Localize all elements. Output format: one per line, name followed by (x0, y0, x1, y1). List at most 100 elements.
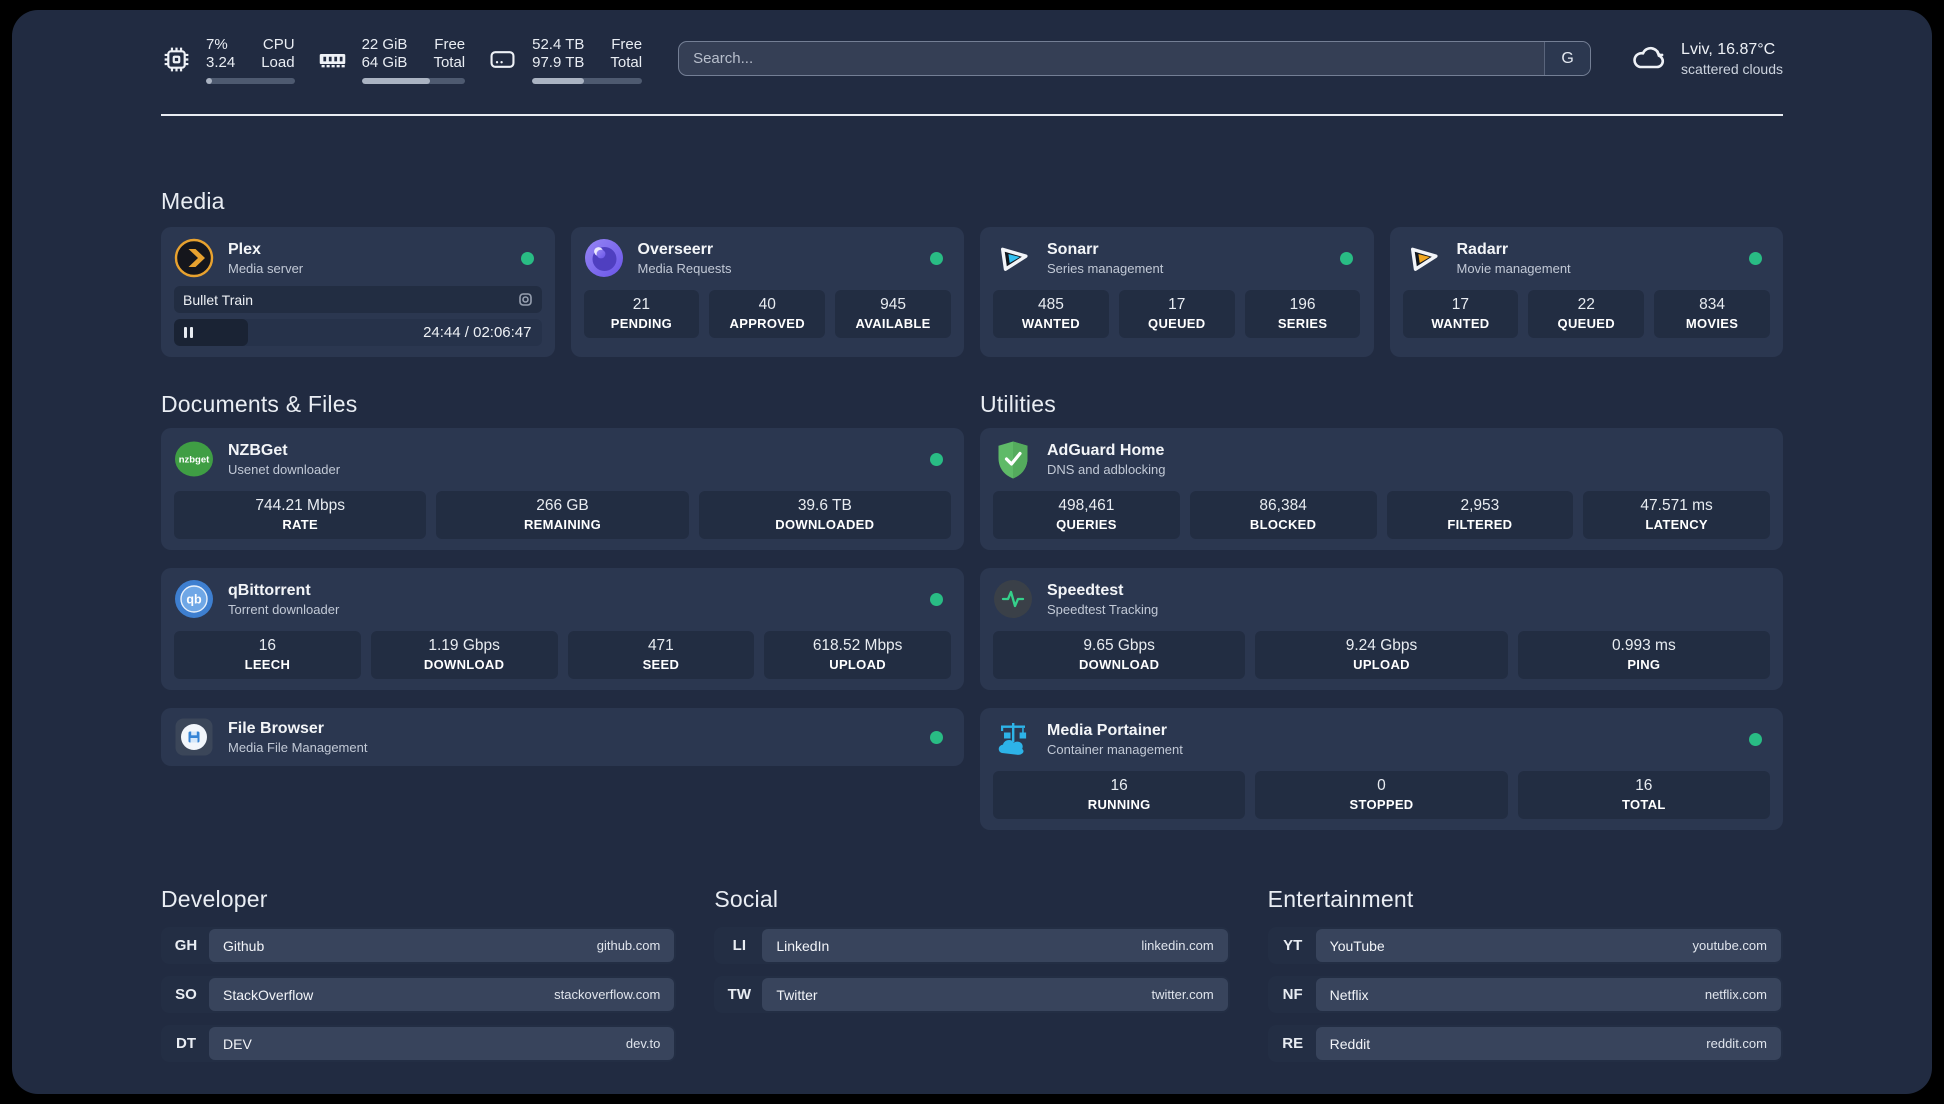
bookmark-abbr: RE (1282, 1035, 1304, 1052)
status-online-dot (520, 251, 534, 265)
disk-total-label: Total (610, 54, 643, 71)
bookmark-stackoverflow[interactable]: SO StackOverflow stackoverflow.com (161, 976, 677, 1013)
bookmark-url: youtube.com (1692, 938, 1767, 953)
disk-free-label: Free (611, 36, 643, 53)
app-subtitle: Torrent downloader (228, 601, 340, 617)
stat-tile: 498,461 QUERIES (993, 491, 1180, 539)
disk-free: 52.4 TB (532, 36, 585, 53)
disk-progress-bar (532, 78, 643, 84)
bookmark-name: StackOverflow (223, 986, 314, 1003)
bookmark-abbr: LI (732, 937, 746, 954)
stat-tile: 1.19 Gbps DOWNLOAD (370, 631, 558, 679)
memory-free: 22 GiB (361, 36, 408, 53)
nzbget-icon: nzbget (174, 439, 214, 479)
stat-tile: 618.52 Mbps UPLOAD (764, 631, 951, 679)
stat-tile: 16 RUNNING (993, 771, 1246, 819)
bookmark-name: Twitter (776, 986, 818, 1003)
app-card-qbittorrent[interactable]: qb qBittorrent Torrent downloader 16 LEEC… (161, 568, 964, 690)
app-card-radarr[interactable]: Radarr Movie management 17 WANTED 22 QUEUE… (1389, 227, 1783, 357)
app-name: Media Portainer (1047, 721, 1168, 739)
bookmark-url: dev.to (625, 1036, 661, 1051)
stat-tile: 40 APPROVED (709, 290, 826, 338)
bookmark-youtube[interactable]: YT YouTube youtube.com (1267, 927, 1783, 964)
status-online-dot (930, 251, 943, 265)
status-online-dot (930, 592, 943, 606)
bookmark-abbr: DT (176, 1035, 196, 1052)
memory-progress-bar (361, 78, 466, 84)
app-subtitle: Usenet downloader (228, 461, 341, 477)
section-title-developer: Developer (161, 886, 268, 912)
app-name: Plex (228, 240, 261, 258)
disk-stat: 52.4 TB Free 97.9 TB Total (487, 36, 643, 84)
sonarr-icon (993, 238, 1033, 278)
bookmark-abbr: SO (175, 986, 197, 1003)
adguard-icon (993, 439, 1033, 479)
section-title-media: Media (161, 188, 225, 214)
app-subtitle: Movie management (1456, 260, 1571, 276)
app-card-speedtest[interactable]: Speedtest Speedtest Tracking 9.65 Gbps DO… (980, 568, 1783, 690)
bookmark-name: LinkedIn (776, 937, 830, 954)
app-subtitle: Speedtest Tracking (1047, 601, 1159, 617)
dashboard: 7% CPU 3.24 Load 22 GiB Free 64 GiB Tota… (12, 10, 1932, 1094)
svg-text:nzbget: nzbget (179, 455, 210, 466)
bookmark-url: linkedin.com (1141, 938, 1214, 953)
section-title-entertainment: Entertainment (1267, 886, 1414, 912)
app-subtitle: Series management (1047, 260, 1164, 276)
app-name: NZBGet (228, 441, 288, 459)
app-name: Radarr (1456, 240, 1509, 258)
app-name: Speedtest (1047, 581, 1124, 599)
bookmark-url: twitter.com (1151, 987, 1214, 1002)
status-online-dot (930, 730, 943, 744)
pause-icon (184, 327, 193, 338)
cpu-usage: 7% (206, 36, 228, 53)
bookmark-name: YouTube (1329, 937, 1385, 954)
plex-icon (174, 238, 214, 278)
app-card-portainer[interactable]: Media Portainer Container management 16 R… (980, 708, 1783, 830)
playback-time: 24:44 / 02:06:47 (423, 324, 532, 341)
bookmark-linkedin[interactable]: LI LinkedIn linkedin.com (714, 927, 1230, 964)
bookmark-name: Netflix (1329, 986, 1369, 1003)
app-name: Sonarr (1047, 240, 1099, 258)
bookmark-github[interactable]: GH Github github.com (161, 927, 677, 964)
bookmark-abbr: YT (1283, 937, 1303, 954)
cpu-progress-bar (206, 78, 295, 84)
bookmark-name: Reddit (1329, 1035, 1371, 1052)
app-name: File Browser (228, 719, 325, 737)
app-card-sonarr[interactable]: Sonarr Series management 485 WANTED 17 QUE… (980, 227, 1374, 357)
memory-free-label: Free (434, 36, 466, 53)
app-card-plex[interactable]: Plex Media server Bullet Train 24:44 / 0… (161, 227, 555, 357)
stat-tile: 834 MOVIES (1654, 290, 1770, 338)
stat-tile: 47.571 ms LATENCY (1583, 491, 1770, 539)
filebrowser-icon (174, 717, 214, 757)
app-subtitle: Media File Management (228, 739, 368, 755)
bookmark-url: netflix.com (1704, 987, 1767, 1002)
search-input[interactable] (679, 42, 1545, 75)
stat-tile: 744.21 Mbps RATE (174, 491, 427, 539)
bookmark-reddit[interactable]: RE Reddit reddit.com (1267, 1025, 1783, 1062)
search-bar: G (678, 41, 1592, 76)
app-card-nzbget[interactable]: nzbget NZBGet Usenet downloader 744.21 M… (161, 428, 964, 550)
memory-total-label: Total (433, 54, 466, 71)
app-card-overseerr[interactable]: Overseerr Media Requests 21 PENDING 40 APP… (570, 227, 964, 357)
bookmark-abbr: GH (174, 937, 198, 954)
stat-tile: 22 QUEUED (1528, 290, 1645, 338)
bookmark-abbr: TW (727, 986, 751, 1003)
status-online-dot (1749, 251, 1762, 265)
search-engine-button[interactable]: G (1544, 42, 1591, 75)
bookmark-dev[interactable]: DT DEV dev.to (161, 1025, 677, 1062)
top-bar: 7% CPU 3.24 Load 22 GiB Free 64 GiB Tota… (161, 36, 1783, 84)
stat-tile: 9.24 Gbps UPLOAD (1255, 631, 1508, 679)
app-card-adguard[interactable]: AdGuard Home DNS and adblocking 498,461 Q… (980, 428, 1783, 550)
disk-total: 97.9 TB (532, 54, 585, 71)
section-title-social: Social (714, 886, 779, 912)
bookmark-name: DEV (223, 1035, 252, 1052)
bookmark-netflix[interactable]: NF Netflix netflix.com (1267, 976, 1783, 1013)
memory-total: 64 GiB (361, 54, 408, 71)
bookmark-abbr: NF (1282, 986, 1303, 1003)
cpu-stat: 7% CPU 3.24 Load (161, 36, 295, 84)
app-subtitle: DNS and adblocking (1047, 461, 1166, 477)
bookmark-twitter[interactable]: TW Twitter twitter.com (714, 976, 1230, 1013)
app-card-filebrowser[interactable]: File Browser Media File Management (161, 708, 964, 766)
stat-tile: 17 QUEUED (1118, 290, 1235, 338)
stat-tile: 471 SEED (567, 631, 755, 679)
